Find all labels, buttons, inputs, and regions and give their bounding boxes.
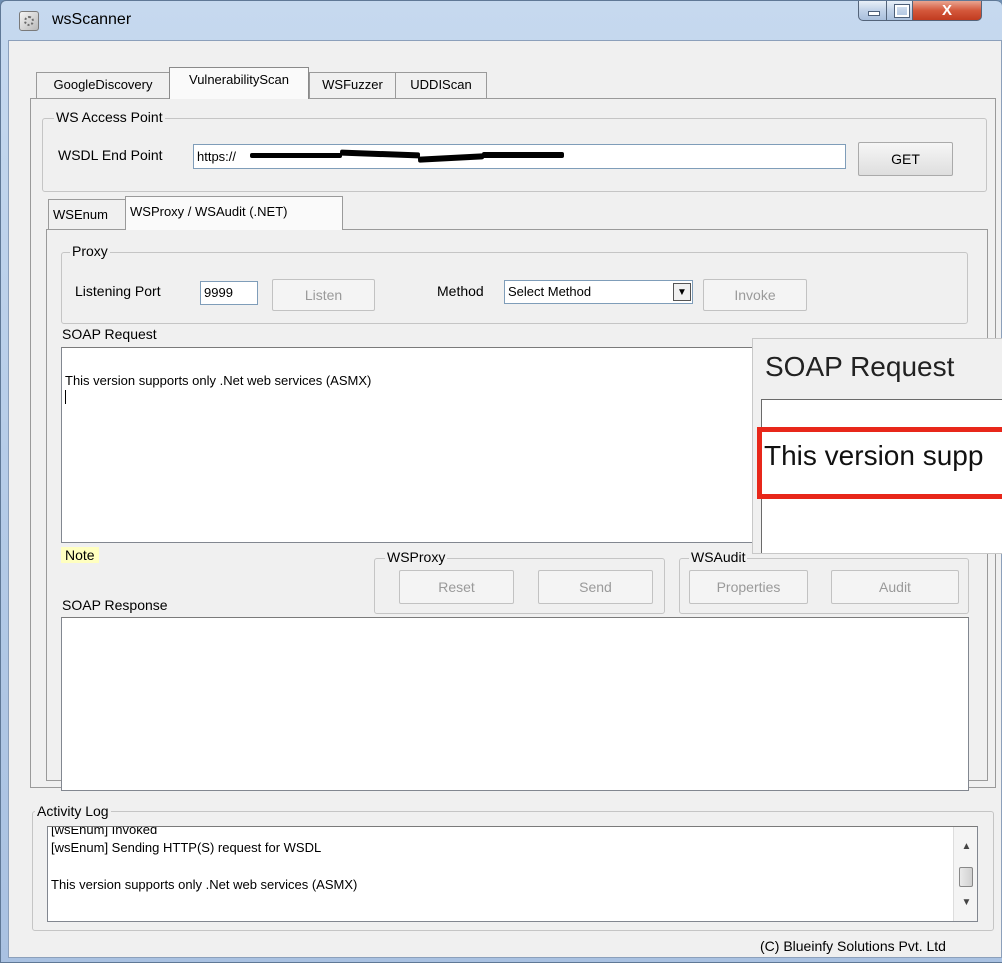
- tab-google-discovery[interactable]: GoogleDiscovery: [36, 72, 170, 98]
- close-button[interactable]: X: [912, 1, 982, 21]
- zoom-callout-title: SOAP Request: [765, 351, 955, 382]
- copyright-text: (C) Blueinfy Solutions Pvt. Ltd: [760, 938, 946, 954]
- activity-log-label: Activity Log: [35, 803, 111, 819]
- proxy-group-label: Proxy: [70, 243, 110, 259]
- scrollbar-thumb[interactable]: [959, 867, 973, 887]
- chevron-down-icon[interactable]: ▼: [673, 283, 691, 301]
- activity-log-textarea[interactable]: [wsEnum] Invoked [wsEnum] Sending HTTP(S…: [47, 826, 978, 922]
- log-line: [wsEnum] Sending HTTP(S) request for WSD…: [51, 840, 322, 855]
- tab-wsfuzzer[interactable]: WSFuzzer: [309, 72, 396, 98]
- tab-wsenum[interactable]: WSEnum: [48, 199, 126, 229]
- text-cursor: [65, 390, 66, 404]
- reset-button[interactable]: Reset: [399, 570, 514, 604]
- log-line: [wsEnum] Invoked: [51, 826, 158, 837]
- tab-uddiscan[interactable]: UDDIScan: [395, 72, 487, 98]
- scroll-up-icon[interactable]: ▲: [958, 841, 975, 852]
- wsdl-endpoint-value: https://: [197, 149, 237, 164]
- soap-request-label: SOAP Request: [62, 326, 157, 342]
- listening-port-input[interactable]: 9999: [200, 281, 258, 305]
- method-select[interactable]: Select Method ▼: [504, 280, 693, 304]
- tab-wsproxy-wsaudit[interactable]: WSProxy / WSAudit (.NET): [125, 196, 343, 230]
- get-button[interactable]: GET: [858, 142, 953, 176]
- activity-log-scrollbar[interactable]: ▲ ▼: [953, 827, 977, 921]
- listen-button[interactable]: Listen: [272, 279, 375, 311]
- soap-response-textarea[interactable]: [61, 617, 969, 791]
- ws-access-point-label: WS Access Point: [54, 109, 165, 125]
- log-line: This version supports only .Net web serv…: [51, 877, 358, 892]
- note-label: Note: [61, 547, 99, 563]
- title-bar[interactable]: wsScanner X: [1, 1, 1002, 41]
- soap-request-textarea[interactable]: This version supports only .Net web serv…: [61, 347, 771, 543]
- method-selected-value: Select Method: [508, 284, 592, 299]
- wsdl-endpoint-label: WSDL End Point: [58, 147, 163, 163]
- minimize-button[interactable]: [858, 1, 887, 21]
- maximize-button[interactable]: [886, 1, 913, 21]
- tab-vulnerability-scan[interactable]: VulnerabilityScan: [169, 67, 309, 99]
- wsproxy-group-label: WSProxy: [385, 549, 448, 565]
- app-icon: [19, 11, 39, 31]
- redaction-mark: [482, 152, 564, 158]
- listening-port-label: Listening Port: [75, 283, 161, 299]
- send-button[interactable]: Send: [538, 570, 653, 604]
- zoom-highlight-box: [757, 427, 1002, 499]
- soap-response-label: SOAP Response: [62, 597, 168, 613]
- invoke-button[interactable]: Invoke: [703, 279, 807, 311]
- audit-button[interactable]: Audit: [831, 570, 959, 604]
- soap-request-text: This version supports only .Net web serv…: [65, 373, 372, 388]
- redaction-mark: [250, 153, 342, 158]
- scroll-down-icon[interactable]: ▼: [958, 897, 975, 908]
- window-title: wsScanner: [52, 11, 132, 28]
- zoom-callout: SOAP Request This version supp: [752, 338, 1002, 554]
- properties-button[interactable]: Properties: [689, 570, 808, 604]
- wsaudit-group-label: WSAudit: [689, 549, 748, 565]
- method-label: Method: [437, 283, 484, 299]
